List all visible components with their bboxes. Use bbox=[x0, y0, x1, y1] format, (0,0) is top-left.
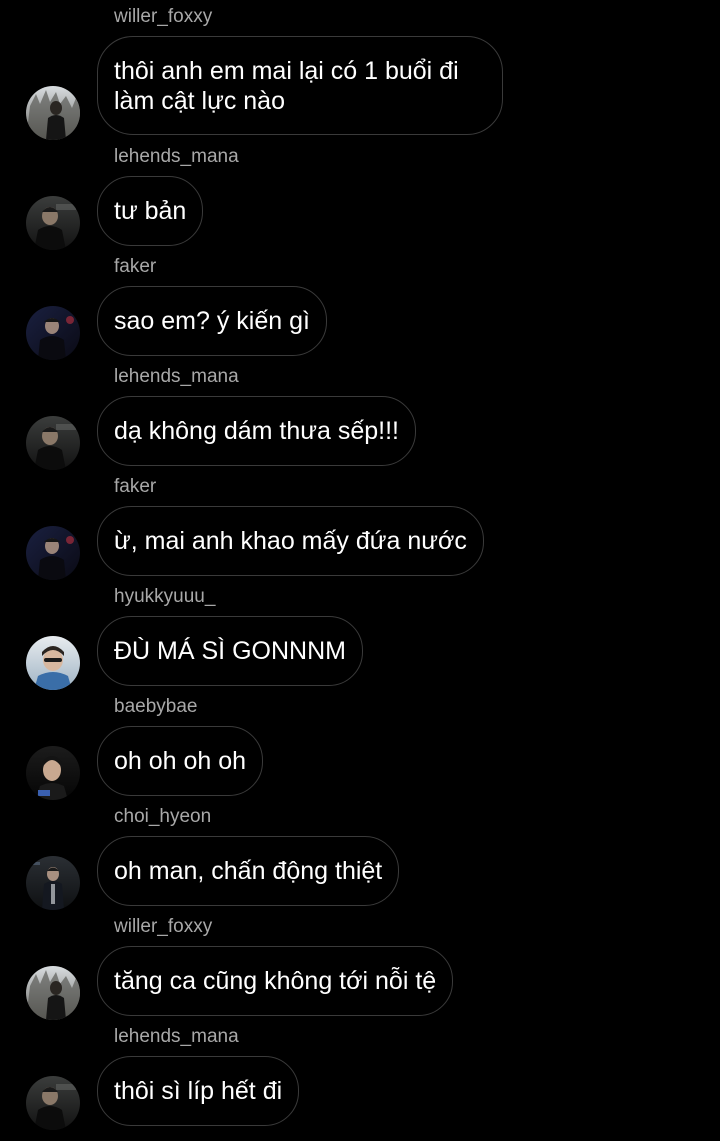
message-row: baebybae oh oh oh oh bbox=[0, 690, 720, 800]
message-bubble[interactable]: tư bản bbox=[97, 176, 204, 246]
message-row: lehends_mana thôi sì líp hết đi bbox=[0, 1020, 720, 1130]
message-bubble[interactable]: oh man, chấn động thiệt bbox=[97, 836, 400, 906]
username[interactable]: willer_foxxy bbox=[114, 6, 212, 28]
username[interactable]: hyukkyuuu_ bbox=[114, 586, 215, 608]
message-bubble[interactable]: ừ, mai anh khao mấy đứa nước bbox=[97, 506, 484, 576]
message-row: faker sao em? ý kiến gì bbox=[0, 250, 720, 360]
message-row: lehends_mana dạ không dám thưa sếp!!! bbox=[0, 360, 720, 470]
message-row: willer_foxxy tăng ca cũng không tới nỗi … bbox=[0, 910, 720, 1020]
message-bubble[interactable]: thôi anh em mai lại có 1 buổi đi làm cật… bbox=[97, 36, 503, 135]
faker-avatar[interactable] bbox=[26, 526, 80, 580]
username[interactable]: choi_hyeon bbox=[114, 806, 211, 828]
username[interactable]: willer_foxxy bbox=[114, 916, 212, 938]
message-row: hyukkyuuu_ ĐÙ MÁ SÌ GONNNM bbox=[0, 580, 720, 690]
willer-avatar[interactable] bbox=[26, 86, 80, 140]
hyukkyuuu-avatar[interactable] bbox=[26, 636, 80, 690]
username[interactable]: faker bbox=[114, 256, 156, 278]
message-bubble[interactable]: oh oh oh oh bbox=[97, 726, 264, 796]
willer-avatar[interactable] bbox=[26, 966, 80, 1020]
message-bubble[interactable]: thôi sì líp hết đi bbox=[97, 1056, 300, 1126]
lehends-avatar[interactable] bbox=[26, 416, 80, 470]
lehends-avatar[interactable] bbox=[26, 1076, 80, 1130]
message-bubble[interactable]: sao em? ý kiến gì bbox=[97, 286, 327, 356]
username[interactable]: faker bbox=[114, 476, 156, 498]
message-bubble[interactable]: ĐÙ MÁ SÌ GONNNM bbox=[97, 616, 363, 686]
message-bubble[interactable]: tăng ca cũng không tới nỗi tệ bbox=[97, 946, 454, 1016]
message-row: lehends_mana tư bản bbox=[0, 140, 720, 250]
username[interactable]: baebybae bbox=[114, 696, 197, 718]
faker-avatar[interactable] bbox=[26, 306, 80, 360]
chat-thread: willer_foxxy thôi anh em mai lại có 1 bu… bbox=[0, 0, 720, 1141]
message-row: faker ừ, mai anh khao mấy đứa nước bbox=[0, 470, 720, 580]
message-bubble[interactable]: dạ không dám thưa sếp!!! bbox=[97, 396, 416, 466]
baebybae-avatar[interactable] bbox=[26, 746, 80, 800]
username[interactable]: lehends_mana bbox=[114, 146, 239, 168]
username[interactable]: lehends_mana bbox=[114, 366, 239, 388]
lehends-avatar[interactable] bbox=[26, 196, 80, 250]
message-row: willer_foxxy thôi anh em mai lại có 1 bu… bbox=[0, 0, 720, 140]
message-row: choi_hyeon oh man, chấn động thiệt bbox=[0, 800, 720, 910]
username[interactable]: lehends_mana bbox=[114, 1026, 239, 1048]
choi-hyeon-avatar[interactable] bbox=[26, 856, 80, 910]
